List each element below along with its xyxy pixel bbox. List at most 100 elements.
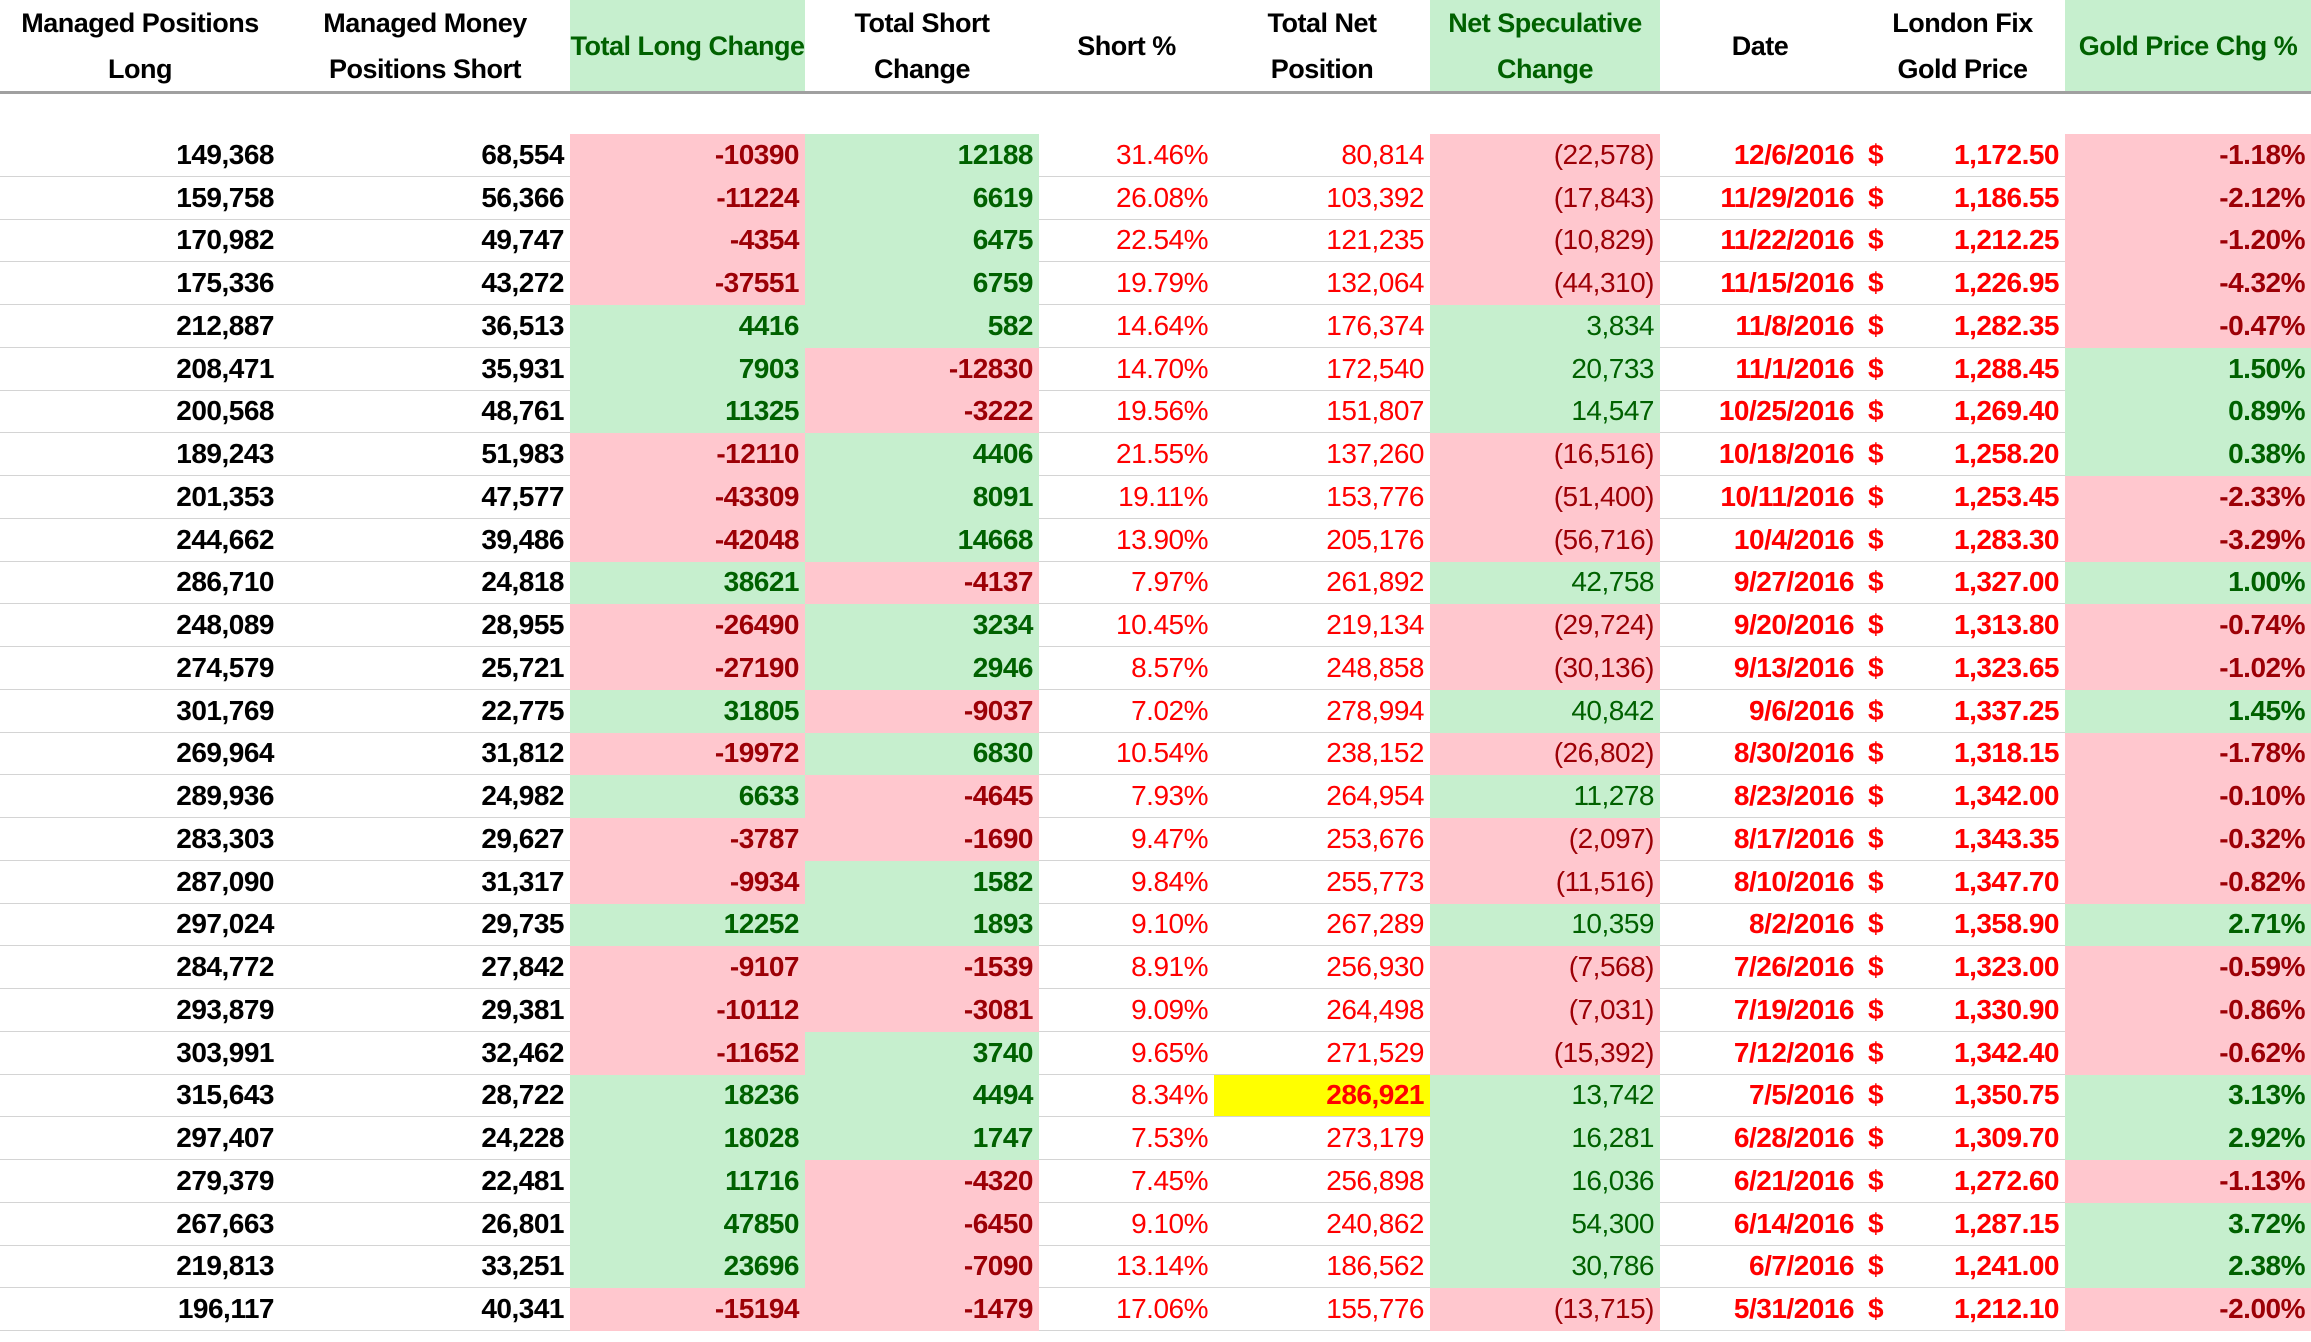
cell-short-pct[interactable]: 10.45% <box>1039 604 1214 647</box>
cell-total-net-position[interactable]: 286,921 <box>1214 1074 1430 1118</box>
cell-managed-long[interactable]: 196,117 <box>0 1288 280 1331</box>
cell-managed-long[interactable]: 301,769 <box>0 690 280 733</box>
cell-managed-short[interactable]: 48,761 <box>280 391 570 434</box>
cell-short-pct[interactable]: 8.57% <box>1039 647 1214 690</box>
cell-total-net-position[interactable]: 176,374 <box>1214 305 1430 348</box>
cell-total-long-change[interactable]: 11716 <box>570 1160 805 1203</box>
cell-date[interactable]: 10/18/2016 <box>1660 433 1860 476</box>
cell-total-short-change[interactable]: -3222 <box>805 390 1039 434</box>
cell-managed-long[interactable]: 175,336 <box>0 262 280 305</box>
cell-total-net-position[interactable]: 153,776 <box>1214 476 1430 519</box>
cell-total-net-position[interactable]: 205,176 <box>1214 519 1430 562</box>
cell-net-speculative-change[interactable]: 16,281 <box>1430 1117 1660 1160</box>
cell-managed-long[interactable]: 283,303 <box>0 818 280 861</box>
cell-net-speculative-change[interactable]: (29,724) <box>1430 604 1660 647</box>
cell-london-fix-price[interactable]: $1,186.55 <box>1860 177 2065 220</box>
cell-total-net-position[interactable]: 132,064 <box>1214 262 1430 305</box>
cell-short-pct[interactable]: 17.06% <box>1039 1288 1214 1331</box>
cell-gold-price-chg[interactable]: -0.47% <box>2065 305 2311 348</box>
cell-gold-price-chg[interactable]: 2.92% <box>2065 1117 2311 1160</box>
empty-row[interactable] <box>0 94 2311 134</box>
cell-managed-short[interactable]: 43,272 <box>280 262 570 305</box>
cell-managed-long[interactable]: 212,887 <box>0 305 280 348</box>
cell-gold-price-chg[interactable]: -0.32% <box>2065 818 2311 861</box>
cell-total-short-change[interactable]: 6619 <box>805 176 1039 220</box>
cell-short-pct[interactable]: 14.70% <box>1039 348 1214 391</box>
cell-total-net-position[interactable]: 256,930 <box>1214 946 1430 989</box>
cell-london-fix-price[interactable]: $1,330.90 <box>1860 989 2065 1032</box>
cell-total-net-position[interactable]: 273,179 <box>1214 1117 1430 1160</box>
cell-gold-price-chg[interactable]: -1.20% <box>2065 219 2311 263</box>
cell-total-net-position[interactable]: 240,862 <box>1214 1203 1430 1246</box>
cell-short-pct[interactable]: 13.90% <box>1039 519 1214 562</box>
cell-managed-short[interactable]: 22,481 <box>280 1160 570 1203</box>
cell-net-speculative-change[interactable]: 40,842 <box>1430 689 1660 733</box>
header-london-fix-price[interactable]: London Fix Gold Price <box>1860 0 2065 91</box>
cell-gold-price-chg[interactable]: -0.10% <box>2065 775 2311 818</box>
cell-managed-long[interactable]: 170,982 <box>0 220 280 263</box>
cell-gold-price-chg[interactable]: -1.78% <box>2065 732 2311 776</box>
cell-total-long-change[interactable]: -10112 <box>570 989 805 1032</box>
cell-managed-long[interactable]: 269,964 <box>0 733 280 776</box>
cell-net-speculative-change[interactable]: 14,547 <box>1430 390 1660 434</box>
cell-gold-price-chg[interactable]: -3.29% <box>2065 518 2311 562</box>
cell-managed-long[interactable]: 189,243 <box>0 433 280 476</box>
cell-short-pct[interactable]: 9.65% <box>1039 1032 1214 1075</box>
cell-managed-short[interactable]: 35,931 <box>280 348 570 391</box>
cell-date[interactable]: 7/12/2016 <box>1660 1032 1860 1075</box>
cell-net-speculative-change[interactable]: (7,031) <box>1430 989 1660 1032</box>
cell-managed-long[interactable]: 201,353 <box>0 476 280 519</box>
cell-total-short-change[interactable]: 1582 <box>805 860 1039 904</box>
cell-short-pct[interactable]: 9.10% <box>1039 904 1214 947</box>
cell-date[interactable]: 11/29/2016 <box>1660 177 1860 220</box>
cell-short-pct[interactable]: 9.10% <box>1039 1203 1214 1246</box>
cell-net-speculative-change[interactable]: 54,300 <box>1430 1202 1660 1246</box>
cell-total-long-change[interactable]: 38621 <box>570 561 805 605</box>
cell-total-short-change[interactable]: -3081 <box>805 989 1039 1032</box>
cell-net-speculative-change[interactable]: 10,359 <box>1430 903 1660 947</box>
cell-gold-price-chg[interactable]: -0.74% <box>2065 604 2311 647</box>
cell-managed-short[interactable]: 49,747 <box>280 220 570 263</box>
cell-total-long-change[interactable]: -9107 <box>570 946 805 989</box>
cell-total-short-change[interactable]: -1479 <box>805 1288 1039 1331</box>
cell-net-speculative-change[interactable]: (15,392) <box>1430 1031 1660 1075</box>
cell-short-pct[interactable]: 19.11% <box>1039 476 1214 519</box>
cell-managed-short[interactable]: 68,554 <box>280 134 570 177</box>
cell-managed-short[interactable]: 22,775 <box>280 690 570 733</box>
cell-total-net-position[interactable]: 255,773 <box>1214 861 1430 904</box>
cell-total-short-change[interactable]: -1539 <box>805 946 1039 989</box>
cell-total-short-change[interactable]: 6759 <box>805 262 1039 305</box>
cell-total-long-change[interactable]: -43309 <box>570 476 805 519</box>
cell-total-net-position[interactable]: 155,776 <box>1214 1288 1430 1331</box>
header-total-net-position[interactable]: Total Net Position <box>1214 0 1430 91</box>
cell-gold-price-chg[interactable]: 3.13% <box>2065 1074 2311 1118</box>
cell-total-short-change[interactable]: -12830 <box>805 347 1039 391</box>
cell-london-fix-price[interactable]: $1,323.65 <box>1860 647 2065 690</box>
cell-total-short-change[interactable]: -4320 <box>805 1160 1039 1203</box>
cell-london-fix-price[interactable]: $1,358.90 <box>1860 904 2065 947</box>
cell-date[interactable]: 10/4/2016 <box>1660 519 1860 562</box>
cell-managed-long[interactable]: 248,089 <box>0 604 280 647</box>
cell-net-speculative-change[interactable]: (26,802) <box>1430 732 1660 776</box>
cell-managed-short[interactable]: 31,317 <box>280 861 570 904</box>
cell-gold-price-chg[interactable]: -1.13% <box>2065 1160 2311 1203</box>
cell-total-net-position[interactable]: 151,807 <box>1214 391 1430 434</box>
cell-date[interactable]: 10/11/2016 <box>1660 476 1860 519</box>
cell-total-long-change[interactable]: -12110 <box>570 433 805 476</box>
cell-net-speculative-change[interactable]: (56,716) <box>1430 518 1660 562</box>
cell-short-pct[interactable]: 9.84% <box>1039 861 1214 904</box>
cell-managed-short[interactable]: 28,955 <box>280 604 570 647</box>
cell-managed-short[interactable]: 29,735 <box>280 904 570 947</box>
cell-total-net-position[interactable]: 172,540 <box>1214 348 1430 391</box>
cell-total-net-position[interactable]: 261,892 <box>1214 562 1430 605</box>
cell-net-speculative-change[interactable]: 30,786 <box>1430 1245 1660 1289</box>
cell-total-short-change[interactable]: -7090 <box>805 1245 1039 1289</box>
cell-total-long-change[interactable]: 11325 <box>570 390 805 434</box>
cell-short-pct[interactable]: 13.14% <box>1039 1246 1214 1289</box>
cell-managed-short[interactable]: 39,486 <box>280 519 570 562</box>
cell-london-fix-price[interactable]: $1,313.80 <box>1860 604 2065 647</box>
cell-date[interactable]: 8/10/2016 <box>1660 861 1860 904</box>
cell-total-net-position[interactable]: 186,562 <box>1214 1246 1430 1289</box>
cell-date[interactable]: 7/5/2016 <box>1660 1075 1860 1118</box>
cell-short-pct[interactable]: 14.64% <box>1039 305 1214 348</box>
